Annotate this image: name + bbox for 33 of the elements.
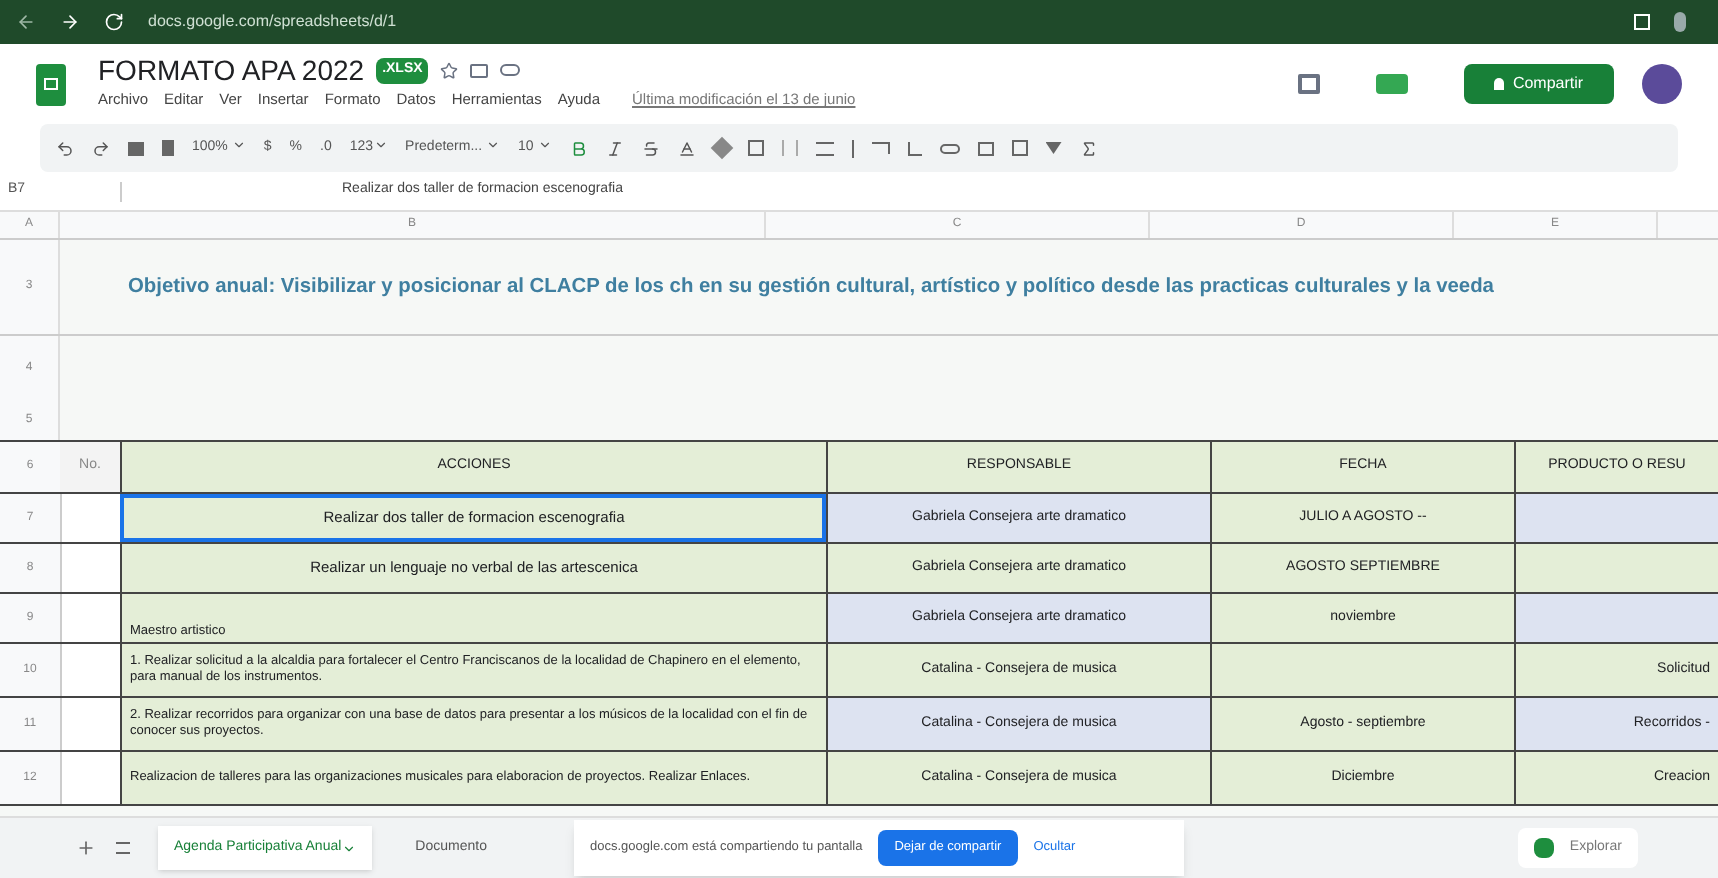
sheets-logo-icon[interactable] [36, 63, 66, 105]
table-cell [60, 494, 120, 542]
filter-icon[interactable] [1045, 142, 1062, 154]
text-color-icon[interactable] [677, 139, 696, 157]
person-icon [1494, 78, 1505, 90]
address-field[interactable]: docs.google.com/spreadsheets/d/1 [148, 10, 397, 34]
table-cell [60, 644, 120, 696]
strikethrough-icon[interactable] [641, 139, 660, 157]
bold-icon[interactable] [569, 139, 588, 157]
add-sheet-icon[interactable] [76, 838, 96, 858]
caret-icon [231, 138, 246, 153]
document-title: FORMATO APA 2022 [98, 56, 365, 85]
avatar-icon[interactable] [1642, 64, 1682, 104]
caret-icon [373, 138, 388, 153]
explore-icon [1533, 838, 1554, 858]
objective-text: Objetivo anual: Visibilizar y posicionar al CLACP de los ch en su gestión cultural, artístico y político desde las practicas culturales y la veeda [128, 273, 1494, 302]
undo-icon[interactable] [56, 139, 74, 157]
table-cell [60, 752, 120, 804]
share-button[interactable]: Compartir [1464, 64, 1614, 104]
caret-icon [486, 138, 500, 153]
reload-icon[interactable] [104, 12, 124, 32]
caret-icon [537, 138, 552, 153]
caret-icon [341, 841, 356, 855]
table-cell [60, 544, 120, 592]
table-cell [60, 698, 120, 750]
functions-icon[interactable] [1079, 139, 1098, 157]
star-icon[interactable] [440, 61, 459, 80]
back-icon[interactable] [16, 12, 36, 32]
italic-icon[interactable] [605, 139, 624, 157]
redo-icon[interactable] [92, 139, 110, 157]
sheet-list-icon[interactable] [116, 842, 130, 854]
table-cell [60, 594, 120, 642]
forward-icon[interactable] [60, 12, 80, 32]
